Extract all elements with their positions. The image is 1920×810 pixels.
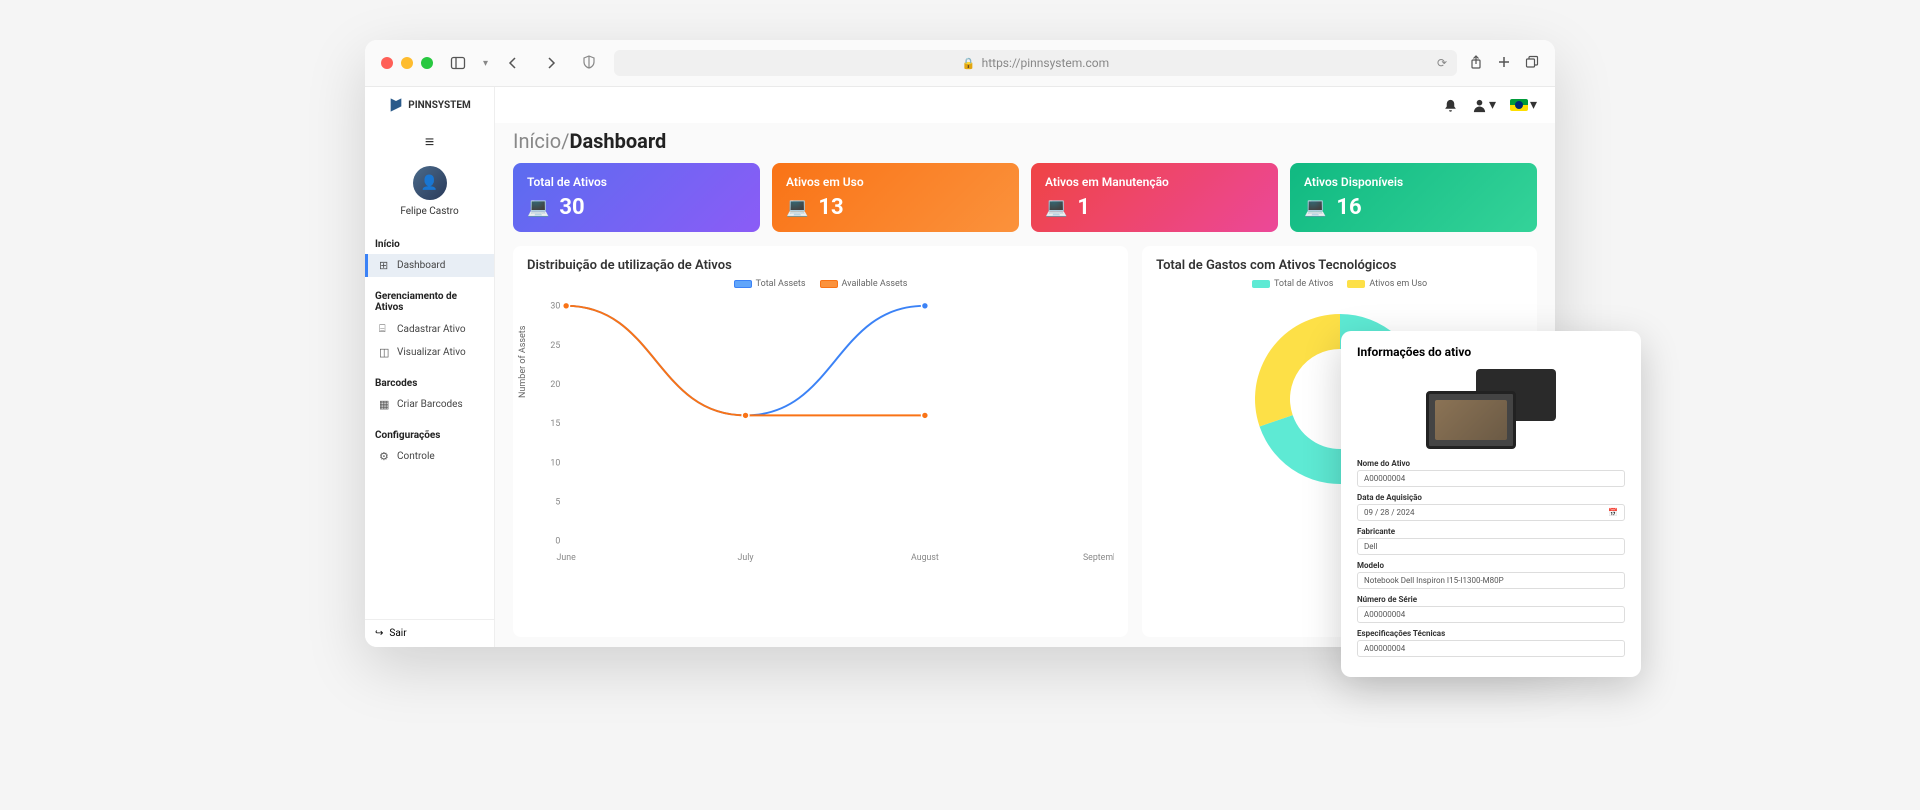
svg-text:September: September [1083,553,1114,563]
tabs-icon[interactable] [1525,54,1539,73]
asset-name-input[interactable]: A00000004 [1357,470,1625,487]
notifications-icon[interactable] [1443,98,1458,113]
back-button[interactable] [500,50,526,76]
laptop-icon: 💻 [786,197,808,218]
asset-spec-input[interactable]: A00000004 [1357,640,1625,657]
line-chart-legend: Total Assets Available Assets [527,279,1114,289]
detail-title: Informações do ativo [1357,345,1625,359]
card-total-ativos[interactable]: Total de Ativos 💻30 [513,163,760,232]
url-text: https://pinnsystem.com [982,56,1110,70]
breadcrumb: Início/Dashboard [495,123,1555,163]
shield-icon[interactable] [582,54,596,73]
sidebar-item-controle[interactable]: ⚙ Controle [365,445,494,468]
register-icon: ⌸ [379,322,391,336]
logout-button[interactable]: ↪ Sair [365,619,494,647]
user-profile[interactable]: 👤 Felipe Castro [365,158,494,229]
logo[interactable]: PINNSYSTEM [388,97,471,113]
laptop-icon: 💻 [1304,197,1326,218]
asset-manufacturer-input[interactable]: Dell [1357,538,1625,555]
svg-text:August: August [911,553,939,563]
donut-chart-legend: Total de Ativos Ativos em Uso [1156,279,1523,289]
asset-detail-card: Informações do ativo Nome do AtivoA00000… [1341,331,1641,677]
sidebar-item-cadastrar[interactable]: ⌸ Cadastrar Ativo [365,317,494,341]
calendar-icon: 📅 [1608,508,1618,517]
maximize-window-icon[interactable] [421,57,433,69]
browser-actions [1469,54,1539,73]
nav-header-inicio: Início [365,233,494,254]
line-chart: Number of Assets 051015202530JuneJulyAug… [527,293,1114,573]
logout-icon: ↪ [375,628,383,639]
line-chart-panel: Distribuição de utilização de Ativos Tot… [513,246,1128,637]
avatar: 👤 [413,166,447,200]
laptop-icon: 💻 [527,197,549,218]
card-disponiveis[interactable]: Ativos Disponíveis 💻16 [1290,163,1537,232]
sidebar-toggle-icon[interactable] [445,50,471,76]
forward-button[interactable] [538,50,564,76]
svg-text:5: 5 [555,497,560,507]
user-menu[interactable]: ▾ [1472,97,1496,113]
dashboard-icon: ⊞ [379,259,391,272]
svg-text:June: June [557,553,577,563]
svg-text:25: 25 [550,341,560,351]
asset-serial-input[interactable]: A00000004 [1357,606,1625,623]
nav-header-barcodes: Barcodes [365,372,494,393]
user-name: Felipe Castro [365,206,494,217]
barcode-icon: ▦ [379,398,391,411]
laptop-icon: 💻 [1045,197,1067,218]
svg-text:15: 15 [550,419,560,429]
close-window-icon[interactable] [381,57,393,69]
chevron-down-icon[interactable]: ▾ [483,58,488,69]
stat-cards: Total de Ativos 💻30 Ativos em Uso 💻13 At… [495,163,1555,232]
product-image [1426,369,1556,449]
sidebar-item-visualizar[interactable]: ◫ Visualizar Ativo [365,341,494,364]
hamburger-icon[interactable]: ≡ [365,126,494,158]
gear-icon: ⚙ [379,450,391,463]
url-bar[interactable]: 🔒 https://pinnsystem.com ⟳ [614,50,1457,76]
sidebar: PINNSYSTEM ≡ 👤 Felipe Castro Início ⊞ Da… [365,87,495,647]
nav-header-gerenciamento: Gerenciamento de Ativos [365,285,494,317]
svg-text:30: 30 [550,302,560,312]
lock-icon: 🔒 [962,57,976,70]
sidebar-item-dashboard[interactable]: ⊞ Dashboard [365,254,494,277]
browser-toolbar: ▾ 🔒 https://pinnsystem.com ⟳ [365,40,1555,87]
asset-model-input[interactable]: Notebook Dell Inspiron I15-I1300-M80P [1357,572,1625,589]
view-icon: ◫ [379,346,391,359]
card-manutencao[interactable]: Ativos em Manutenção 💻1 [1031,163,1278,232]
nav-header-config: Configurações [365,424,494,445]
new-tab-icon[interactable] [1497,54,1511,73]
asset-date-input[interactable]: 09 / 28 / 2024📅 [1357,504,1625,521]
svg-text:July: July [738,553,755,563]
svg-text:20: 20 [550,380,560,390]
topbar: ▾ ▾ [495,87,1555,123]
svg-text:0: 0 [555,537,560,547]
refresh-icon[interactable]: ⟳ [1437,56,1447,70]
window-controls [381,57,433,69]
page-title: Dashboard [569,129,666,153]
language-menu[interactable]: ▾ [1510,97,1537,113]
sidebar-item-barcodes[interactable]: ▦ Criar Barcodes [365,393,494,416]
svg-text:10: 10 [550,458,560,468]
card-em-uso[interactable]: Ativos em Uso 💻13 [772,163,1019,232]
flag-br-icon [1510,99,1528,111]
minimize-window-icon[interactable] [401,57,413,69]
share-icon[interactable] [1469,54,1483,73]
